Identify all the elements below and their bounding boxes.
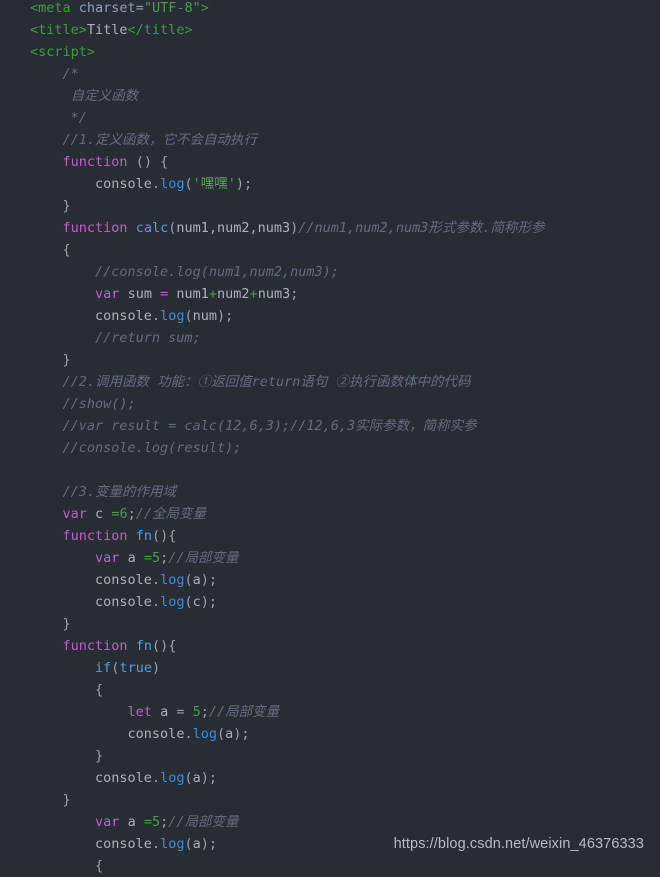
- code-line: }: [62, 352, 71, 368]
- code-line: }: [62, 616, 71, 632]
- code-line: <title>Title</title>: [30, 22, 193, 38]
- code-line: console.log(a);: [127, 726, 250, 742]
- code-line: //3.变量的作用域: [62, 484, 177, 500]
- code-line: function fn(){: [62, 638, 177, 654]
- code-line: //var result = calc(12,6,3);//12,6,3实际参数…: [62, 418, 477, 434]
- code-line: //show();: [62, 396, 136, 412]
- code-line: console.log(a);: [95, 836, 218, 852]
- code-line: function fn(){: [62, 528, 177, 544]
- code-line: console.log(c);: [95, 594, 218, 610]
- code-line: let a = 5;//局部变量: [127, 704, 280, 720]
- code-line: 自定义函数: [70, 88, 139, 104]
- code-line: console.log('嘿嘿');: [95, 176, 253, 192]
- code-line: }: [62, 198, 71, 214]
- code-line: //console.log(num1,num2,num3);: [95, 264, 339, 280]
- code-line: }: [95, 748, 104, 764]
- code-line: if(true): [95, 660, 161, 676]
- code-line: var a =5;//局部变量: [95, 814, 239, 830]
- code-line: */: [70, 110, 87, 126]
- code-line: //return sum;: [95, 330, 201, 346]
- code-line: var sum = num1+num2+num3;: [95, 286, 299, 302]
- code-line: <meta charset="UTF-8">: [30, 0, 209, 16]
- code-line: {: [95, 858, 104, 874]
- code-line: <script>: [30, 44, 96, 60]
- code-line: function calc(num1,num2,num3)//num1,num2…: [62, 220, 545, 236]
- code-line: console.log(a);: [95, 770, 218, 786]
- code-line: var c =6;//全局变量: [62, 506, 207, 522]
- code-line: console.log(num);: [95, 308, 234, 324]
- code-line: function () {: [62, 154, 169, 170]
- code-line: var a =5;//局部变量: [95, 550, 239, 566]
- code-line: console.log(a);: [95, 572, 218, 588]
- code-line: }: [62, 792, 71, 808]
- code-line: {: [62, 242, 71, 258]
- code-editor-pane[interactable]: <meta charset="UTF-8"> <title>Title</tit…: [0, 0, 660, 874]
- code-line: {: [95, 682, 104, 698]
- code-line: /*: [62, 66, 79, 82]
- code-line: //1.定义函数，它不会自动执行: [62, 132, 258, 148]
- code-line: //2.调用函数 功能：①返回值return语句 ②执行函数体中的代码: [62, 374, 471, 390]
- code-line: //console.log(result);: [62, 440, 242, 456]
